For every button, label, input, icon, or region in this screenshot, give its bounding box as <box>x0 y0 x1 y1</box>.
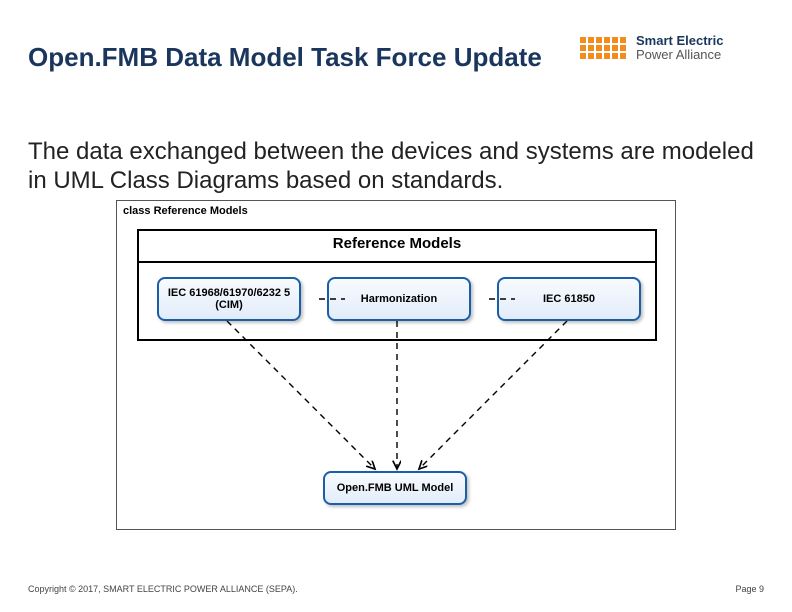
footer-page-number: Page 9 <box>735 584 764 594</box>
box-iec-cim: IEC 61968/61970/6232 5 (CIM) <box>157 277 301 321</box>
logo-line2: Power Alliance <box>636 48 723 62</box>
slide-title: Open.FMB Data Model Task Force Update <box>28 42 542 73</box>
slide: Open.FMB Data Model Task Force Update Sm… <box>0 0 792 612</box>
frame-label: class Reference Models <box>123 205 248 217</box>
box-iec-61850: IEC 61850 <box>497 277 641 321</box>
reference-models-title: Reference Models <box>139 231 655 252</box>
logo-line1: Smart Electric <box>636 34 723 48</box>
box-openfmb-uml-model: Open.FMB UML Model <box>323 471 467 505</box>
box-harmonization: Harmonization <box>327 277 471 321</box>
logo-text: Smart Electric Power Alliance <box>636 34 723 61</box>
subtitle-paragraph: The data exchanged between the devices a… <box>28 138 758 196</box>
reference-models-body: IEC 61968/61970/6232 5 (CIM) Harmonizati… <box>139 261 655 339</box>
reference-models-package: Reference Models IEC 61968/61970/6232 5 … <box>137 229 657 341</box>
sepa-logo: Smart Electric Power Alliance <box>580 34 723 61</box>
logo-grid-icon <box>580 37 626 59</box>
uml-diagram-frame: class Reference Models Reference Models … <box>116 200 676 530</box>
footer-copyright: Copyright © 2017, SMART ELECTRIC POWER A… <box>28 584 298 594</box>
